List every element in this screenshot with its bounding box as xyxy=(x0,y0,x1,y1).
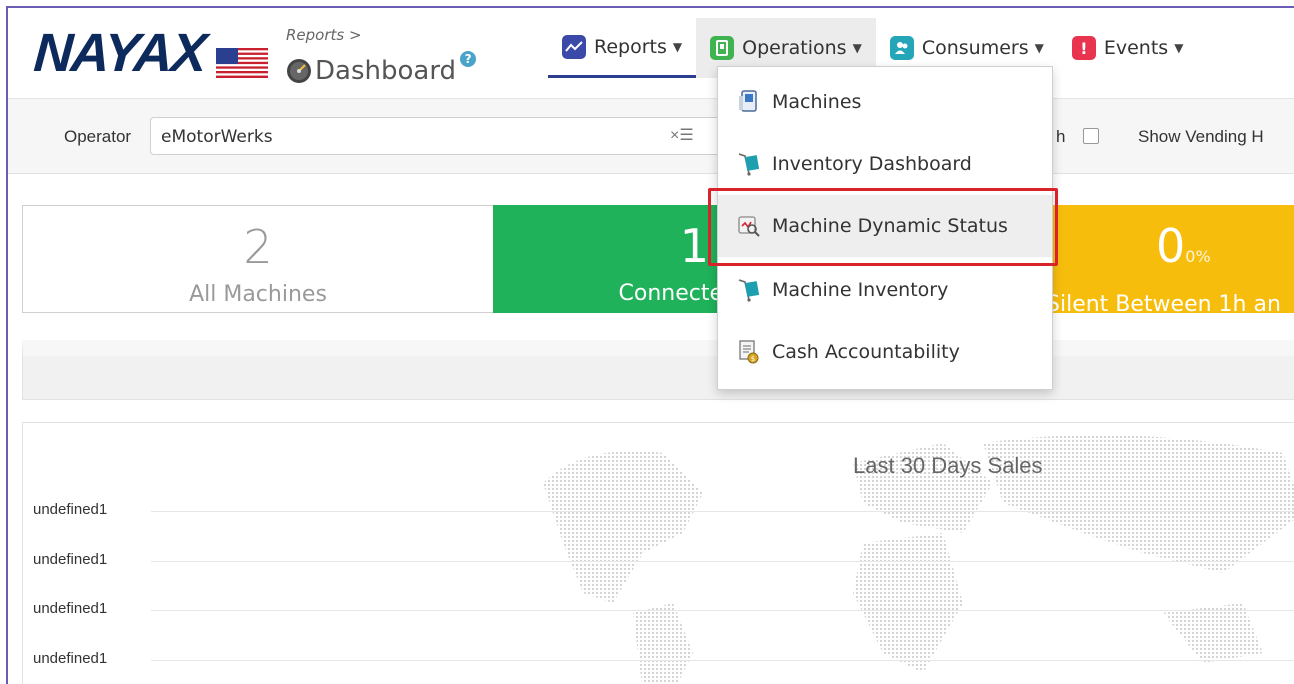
tile-all-machines[interactable]: 2 All Machines xyxy=(22,205,494,313)
summary-bar xyxy=(22,340,1294,400)
menu-item-label: Machines xyxy=(772,91,862,113)
nav-events-label: Events xyxy=(1103,37,1169,59)
grid-line xyxy=(151,660,1294,661)
y-tick-label: undefined1 xyxy=(33,600,108,617)
y-tick-label: undefined1 xyxy=(33,650,108,667)
machine-inventory-icon xyxy=(736,277,762,303)
menu-item-cash-accountability[interactable]: $ Cash Accountability xyxy=(718,321,1052,383)
consumers-icon xyxy=(889,36,914,60)
connected-label: Connecte xyxy=(618,281,724,306)
grid-line xyxy=(151,610,1294,611)
reports-icon xyxy=(562,34,586,59)
sales-chart: Last 30 Days Sales undefined1 undefined1… xyxy=(22,422,1294,684)
svg-text:$: $ xyxy=(751,355,755,363)
chart-title: Last 30 Days Sales xyxy=(853,453,1043,478)
breadcrumb[interactable]: Reports > xyxy=(286,26,362,44)
chevron-down-icon: ▼ xyxy=(852,41,862,55)
auto-refresh-checkbox[interactable] xyxy=(1083,128,1099,144)
help-icon[interactable]: ? xyxy=(460,51,477,67)
grid-line xyxy=(151,561,1294,562)
operator-label: Operator xyxy=(64,127,132,146)
us-flag-icon xyxy=(216,48,268,78)
menu-item-machine-inventory[interactable]: Machine Inventory xyxy=(718,259,1052,321)
operator-select[interactable]: eMotorWerks xyxy=(150,117,728,155)
nav-reports[interactable]: Reports ▼ xyxy=(548,18,697,78)
chevron-down-icon: ▼ xyxy=(1174,41,1184,55)
dashboard-gauge-icon xyxy=(287,59,311,83)
inventory-dashboard-icon xyxy=(736,151,762,177)
y-tick-label: undefined1 xyxy=(33,551,108,568)
operations-dropdown: Machines Inventory Dashboard Machine Dyn… xyxy=(717,66,1053,390)
header: NAYAX Reports > Dashboard ? Reports ▼ Op… xyxy=(8,8,1294,99)
tile-connected[interactable]: 1 Connecte xyxy=(493,205,723,313)
nav-operations-label: Operations xyxy=(742,37,847,59)
clear-list-icon[interactable]: ×☰ xyxy=(670,125,694,145)
menu-item-label: Cash Accountability xyxy=(772,341,960,363)
show-vending-label: Show Vending H xyxy=(1138,127,1264,146)
menu-item-label: Inventory Dashboard xyxy=(772,153,972,175)
menu-item-label: Machine Dynamic Status xyxy=(772,215,1008,237)
auto-refresh-label: h xyxy=(1056,127,1066,146)
menu-item-inventory-dashboard[interactable]: Inventory Dashboard xyxy=(718,133,1052,195)
silent-count: 00% xyxy=(1048,223,1294,280)
app-frame: NAYAX Reports > Dashboard ? Reports ▼ Op… xyxy=(6,6,1294,684)
grid-line xyxy=(151,511,1294,512)
menu-item-machines[interactable]: Machines xyxy=(718,71,1052,133)
dynamic-status-icon xyxy=(736,213,762,239)
all-machines-count: 2 xyxy=(243,220,273,274)
nav-events[interactable]: ! Events ▼ xyxy=(1058,18,1198,78)
silent-label: Silent Between 1h an xyxy=(1048,292,1281,313)
chevron-down-icon: ▼ xyxy=(672,39,683,54)
silent-percent: 0% xyxy=(1185,247,1211,266)
nav-consumers-label: Consumers xyxy=(921,37,1029,59)
nayax-logo[interactable]: NAYAX xyxy=(32,22,207,84)
nav-reports-label: Reports xyxy=(594,35,667,58)
menu-item-label: Machine Inventory xyxy=(772,279,949,301)
tile-silent[interactable]: 00% Silent Between 1h an xyxy=(1048,205,1294,313)
page-title-text: Dashboard xyxy=(315,56,457,86)
chevron-down-icon: ▼ xyxy=(1034,41,1044,55)
cash-accountability-icon: $ xyxy=(736,339,762,365)
menu-item-machine-dynamic-status[interactable]: Machine Dynamic Status xyxy=(718,195,1052,257)
all-machines-label: All Machines xyxy=(189,282,327,307)
y-tick-label: undefined1 xyxy=(33,501,108,518)
connected-count: 1 xyxy=(679,219,709,273)
silent-count-value: 0 xyxy=(1156,219,1186,273)
operations-icon xyxy=(710,36,735,60)
page-title: Dashboard ? xyxy=(286,51,477,86)
filter-bar: Operator eMotorWerks ×☰ h Show Vending H xyxy=(8,99,1294,174)
machines-icon xyxy=(736,89,762,115)
events-icon: ! xyxy=(1071,36,1096,60)
